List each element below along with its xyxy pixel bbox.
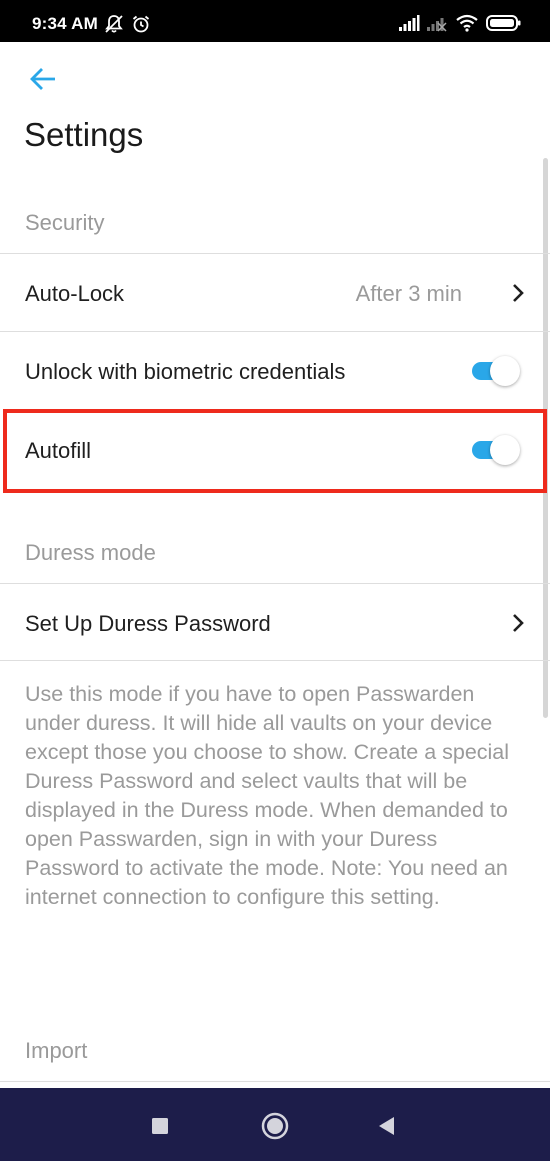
home-circle-icon — [261, 1112, 289, 1140]
divider — [0, 660, 550, 661]
nav-bar — [0, 1088, 550, 1161]
status-bar: 9:34 AM — [0, 0, 550, 42]
section-header-security: Security — [25, 210, 105, 235]
auto-lock-value: After 3 min — [355, 281, 462, 306]
section-header-duress: Duress mode — [25, 540, 156, 565]
back-button[interactable] — [24, 60, 62, 98]
toggle-knob — [490, 356, 520, 386]
page-title: Settings — [24, 116, 144, 153]
biometric-label: Unlock with biometric credentials — [25, 359, 346, 384]
biometric-toggle[interactable] — [470, 354, 520, 388]
biometric-row: Unlock with biometric credentials — [0, 332, 550, 409]
recents-button[interactable] — [140, 1106, 180, 1146]
signal-icon — [398, 14, 420, 37]
wifi-icon — [455, 14, 479, 37]
chevron-right-icon — [510, 283, 526, 303]
battery-icon — [486, 14, 522, 37]
alarm-icon — [131, 14, 151, 39]
signal-off-icon — [426, 14, 448, 37]
chevron-right-icon — [510, 613, 526, 633]
status-time: 9:34 AM — [32, 14, 98, 33]
auto-lock-label: Auto-Lock — [25, 281, 125, 306]
duress-description: Use this mode if you have to open Passwa… — [25, 682, 510, 909]
home-button[interactable] — [255, 1106, 295, 1146]
recents-square-icon — [152, 1118, 168, 1134]
nav-back-button[interactable] — [366, 1106, 406, 1146]
auto-lock-row[interactable]: Auto-Lock After 3 min — [0, 254, 550, 331]
back-triangle-icon — [379, 1117, 394, 1135]
section-header-import: Import — [25, 1038, 88, 1063]
arrow-left-icon — [30, 68, 55, 90]
setup-duress-label: Set Up Duress Password — [25, 611, 271, 636]
muted-bell-icon — [104, 14, 124, 39]
highlight-box — [3, 409, 547, 493]
divider — [0, 1081, 550, 1082]
setup-duress-row[interactable]: Set Up Duress Password — [0, 584, 550, 660]
